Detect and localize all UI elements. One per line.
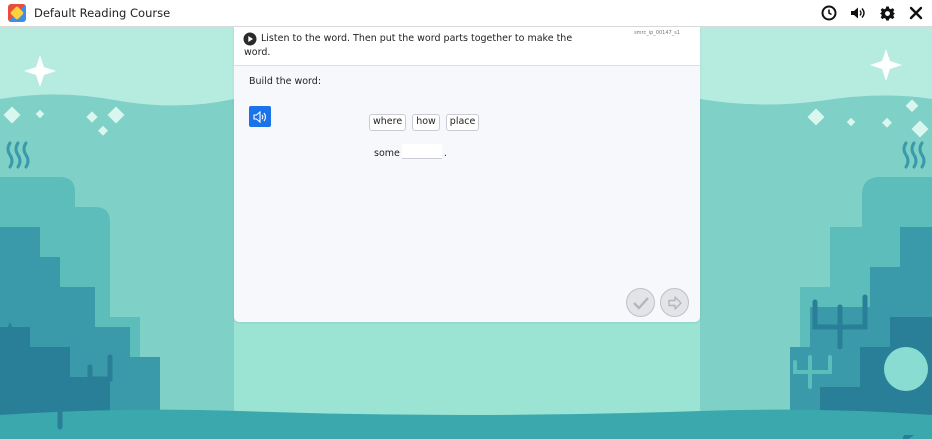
word-part-where[interactable]: where <box>369 114 407 131</box>
activity-header: Listen to the word. Then put the word pa… <box>234 27 700 66</box>
checkmark-icon <box>632 296 649 309</box>
build-label: Build the word: <box>249 76 322 87</box>
answer-drop-slot[interactable] <box>401 144 442 159</box>
speaker-icon <box>253 110 267 123</box>
word-part-place[interactable]: place <box>445 114 480 131</box>
answer-prefix: some <box>374 148 400 159</box>
answer-suffix: . <box>443 148 447 159</box>
item-id: smrc_ip_00147_s1 <box>634 30 680 36</box>
app-title: Default Reading Course <box>34 6 171 20</box>
answer-row: some . <box>374 144 447 159</box>
check-button[interactable] <box>626 288 655 317</box>
top-bar: Default Reading Course <box>0 0 932 27</box>
next-button[interactable] <box>660 288 689 317</box>
app-logo-icon <box>8 4 26 22</box>
arrow-right-icon <box>667 295 682 310</box>
word-part-how[interactable]: how <box>412 114 440 131</box>
close-icon[interactable] <box>906 3 926 23</box>
gear-icon[interactable] <box>877 3 897 23</box>
top-toolbar <box>819 3 926 23</box>
instruction-text: Listen to the word. Then put the word pa… <box>244 33 573 58</box>
audio-button[interactable] <box>249 106 271 127</box>
clock-icon[interactable] <box>819 3 839 23</box>
volume-icon[interactable] <box>848 3 868 23</box>
word-parts: where how place <box>369 114 480 131</box>
activity-card: Listen to the word. Then put the word pa… <box>234 27 700 322</box>
